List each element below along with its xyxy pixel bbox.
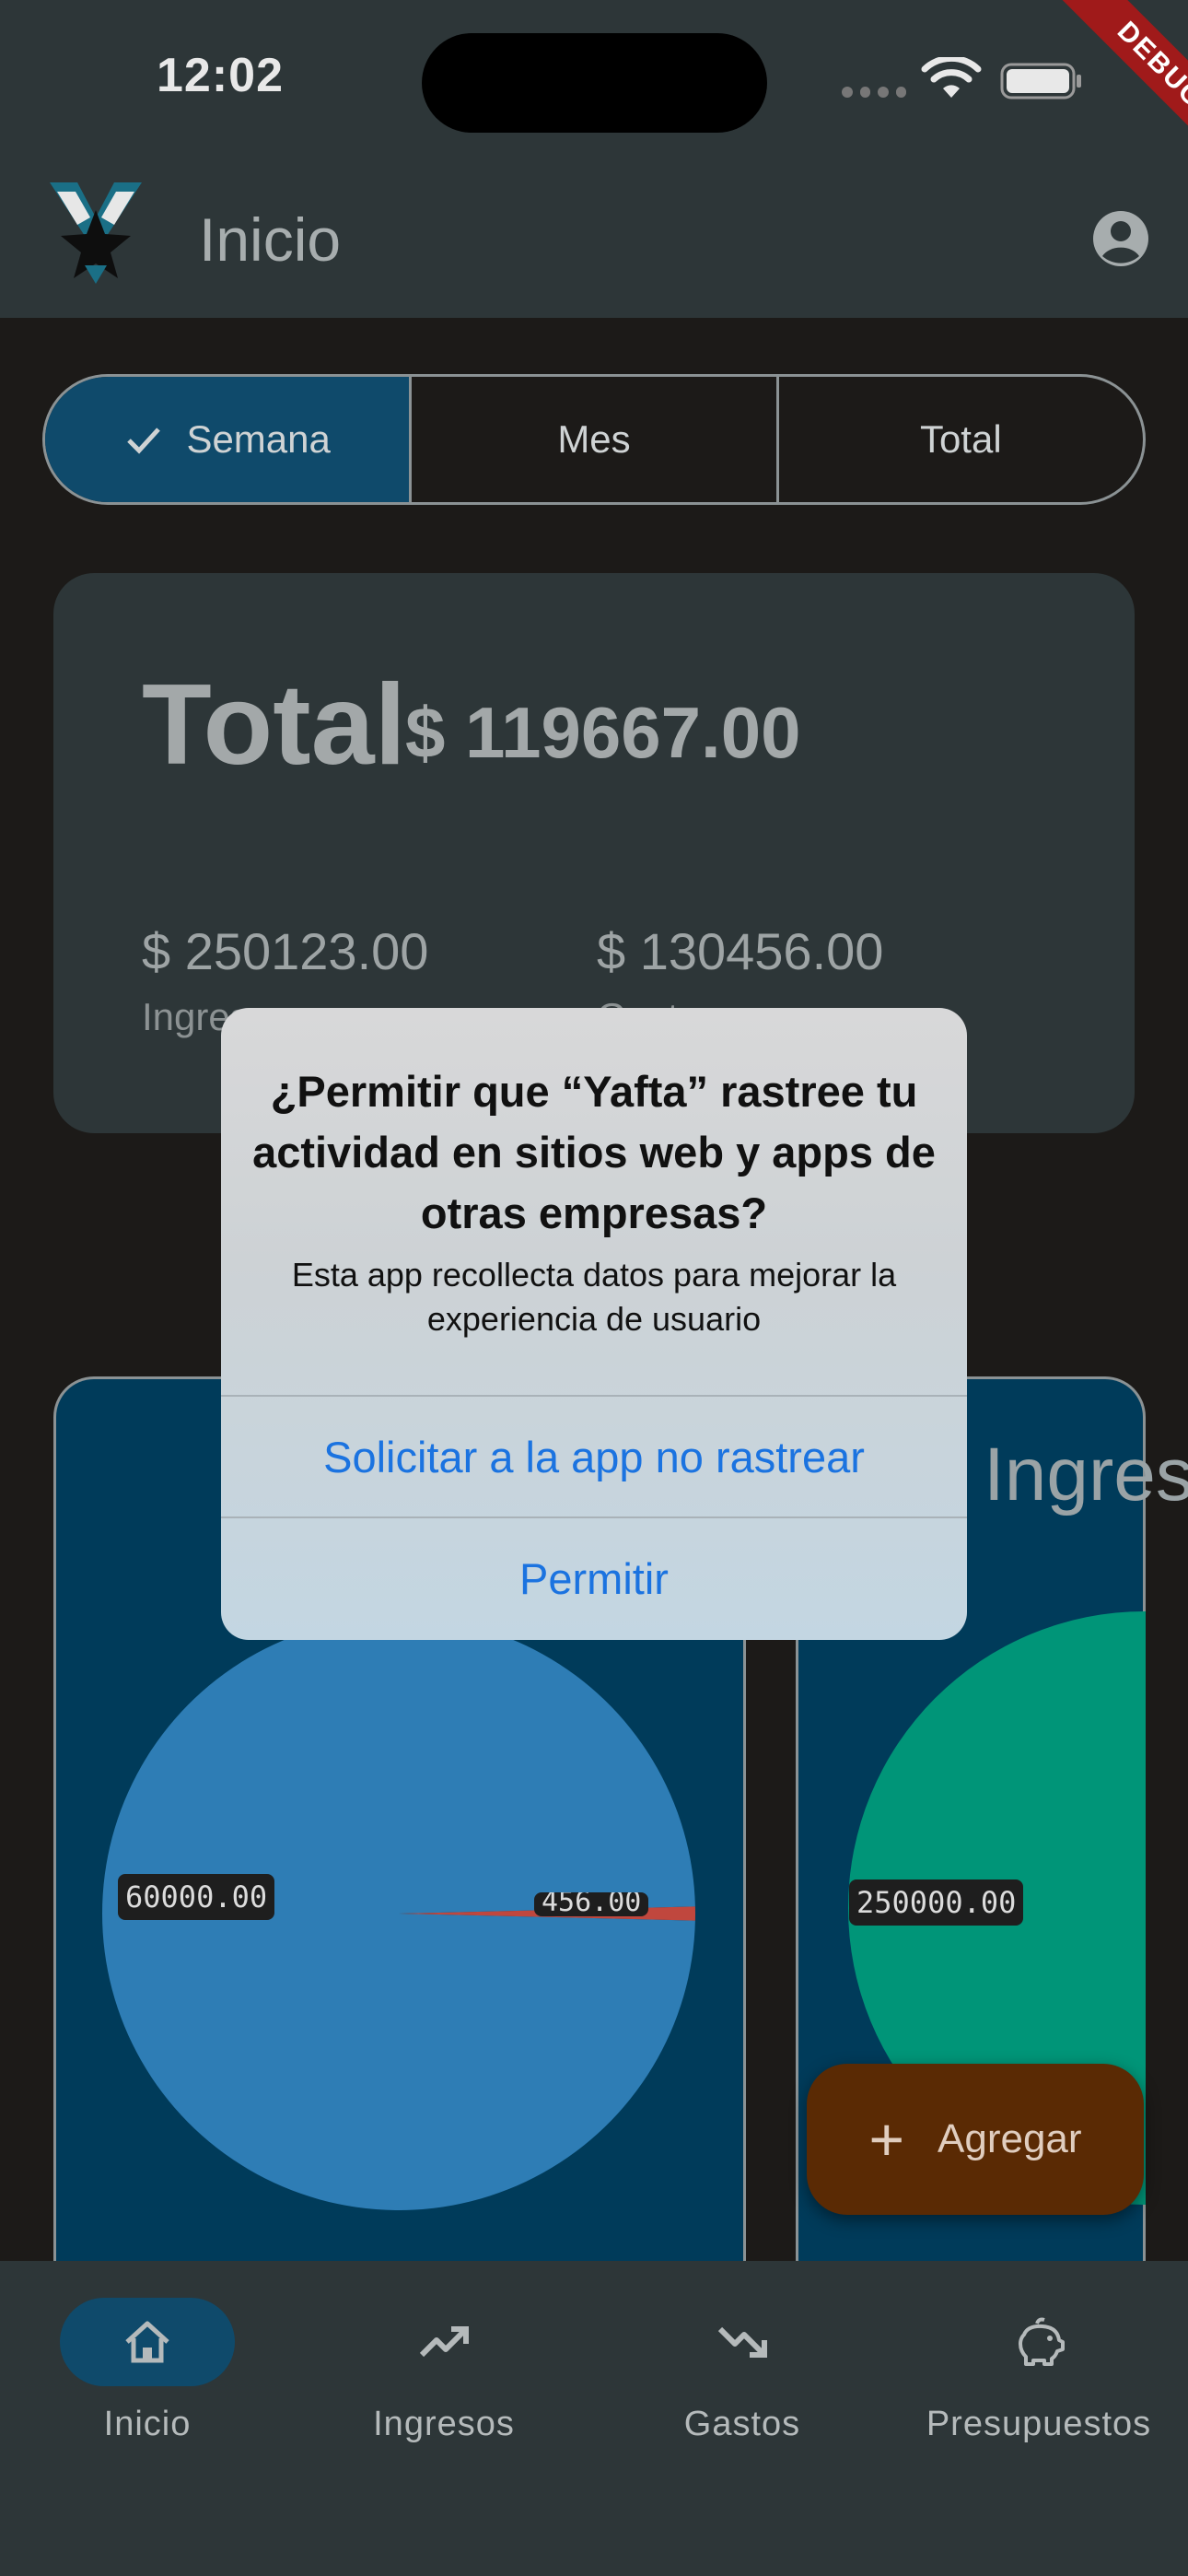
nav-label: Gastos <box>683 2405 801 2443</box>
nav-item-ingresos[interactable]: Ingresos <box>306 2298 582 2444</box>
alert-title: ¿Permitir que “Yafta” rastree tu activid… <box>252 1067 936 1237</box>
nav-item-presupuestos[interactable]: Presupuestos <box>901 2298 1177 2444</box>
nav-label: Presupuestos <box>926 2405 1152 2443</box>
trending-up-icon <box>419 2326 469 2358</box>
trending-down-icon <box>717 2326 767 2358</box>
alert-message: Esta app recollecta datos para mejorar l… <box>291 1256 897 1338</box>
nav-label: Ingresos <box>373 2405 515 2443</box>
nav-item-gastos[interactable]: Gastos <box>604 2298 880 2444</box>
tracking-permission-alert: ¿Permitir que “Yafta” rastree tu activid… <box>221 1008 967 1640</box>
home-icon <box>125 2321 169 2363</box>
allow-tracking-button[interactable]: Permitir <box>221 1516 967 1638</box>
nav-item-inicio[interactable]: Inicio <box>9 2298 285 2444</box>
nav-label: Inicio <box>103 2405 192 2443</box>
piggy-bank-icon <box>1019 2317 1065 2366</box>
ask-not-to-track-button[interactable]: Solicitar a la app no rastrear <box>221 1395 967 1516</box>
